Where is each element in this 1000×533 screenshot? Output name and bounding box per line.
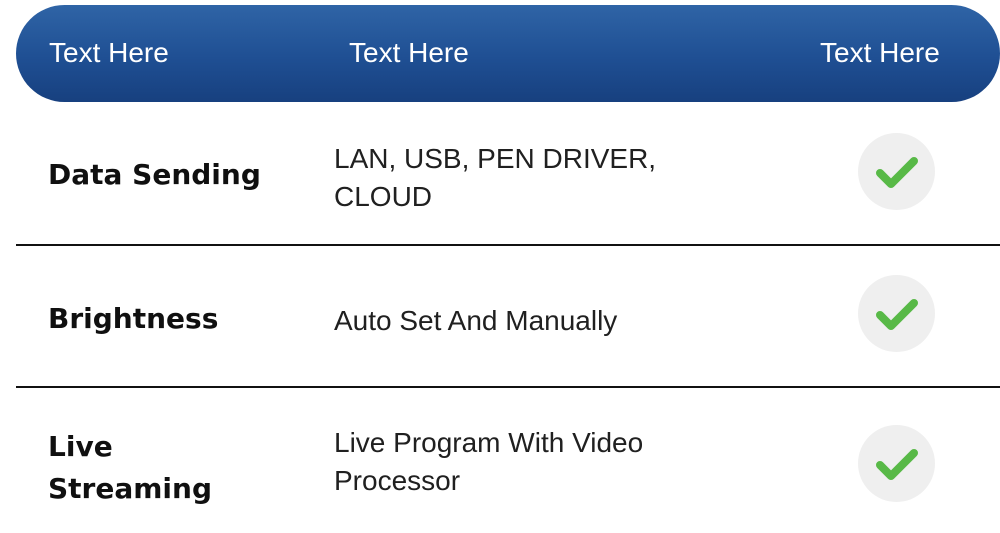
feature-name: Live Streaming bbox=[48, 426, 212, 510]
table-row-brightness: Brightness Auto Set And Manually bbox=[0, 244, 1000, 386]
feature-detail-line: Processor bbox=[334, 465, 461, 496]
checkmark-icon bbox=[876, 299, 918, 330]
table-row-data-sending: Data Sending LAN, USB, PEN DRIVER, CLOUD bbox=[0, 102, 1000, 244]
header-label-column-3: Text Here bbox=[820, 37, 940, 68]
feature-name-line: Brightness bbox=[48, 302, 219, 335]
feature-name-line: Streaming bbox=[48, 472, 212, 505]
feature-detail-line: CLOUD bbox=[334, 181, 433, 212]
checkmark-icon bbox=[876, 157, 918, 188]
header-label-column-2: Text Here bbox=[349, 37, 469, 68]
feature-name: Brightness bbox=[48, 298, 218, 340]
feature-name: Data Sending bbox=[48, 154, 261, 196]
feature-detail: LAN, USB, PEN DRIVER, CLOUD bbox=[334, 140, 656, 216]
feature-detail: Live Program With Video Processor bbox=[334, 424, 643, 500]
feature-name-line: Data Sending bbox=[48, 158, 261, 191]
feature-detail-line: LAN, USB, PEN DRIVER, bbox=[334, 143, 657, 174]
checkmark-badge bbox=[858, 133, 935, 210]
feature-name-line: Live bbox=[48, 430, 113, 463]
feature-detail-line: Live Program With Video bbox=[334, 427, 644, 458]
feature-detail: Auto Set And Manually bbox=[334, 302, 617, 340]
checkmark-icon bbox=[876, 449, 918, 480]
table-header: Text Here Text Here Text Here bbox=[16, 5, 1000, 102]
feature-detail-line: Auto Set And Manually bbox=[334, 305, 618, 336]
table-row-live-streaming: Live Streaming Live Program With Video P… bbox=[0, 386, 1000, 533]
checkmark-badge bbox=[858, 425, 935, 502]
checkmark-badge bbox=[858, 275, 935, 352]
header-label-column-1: Text Here bbox=[49, 37, 169, 68]
